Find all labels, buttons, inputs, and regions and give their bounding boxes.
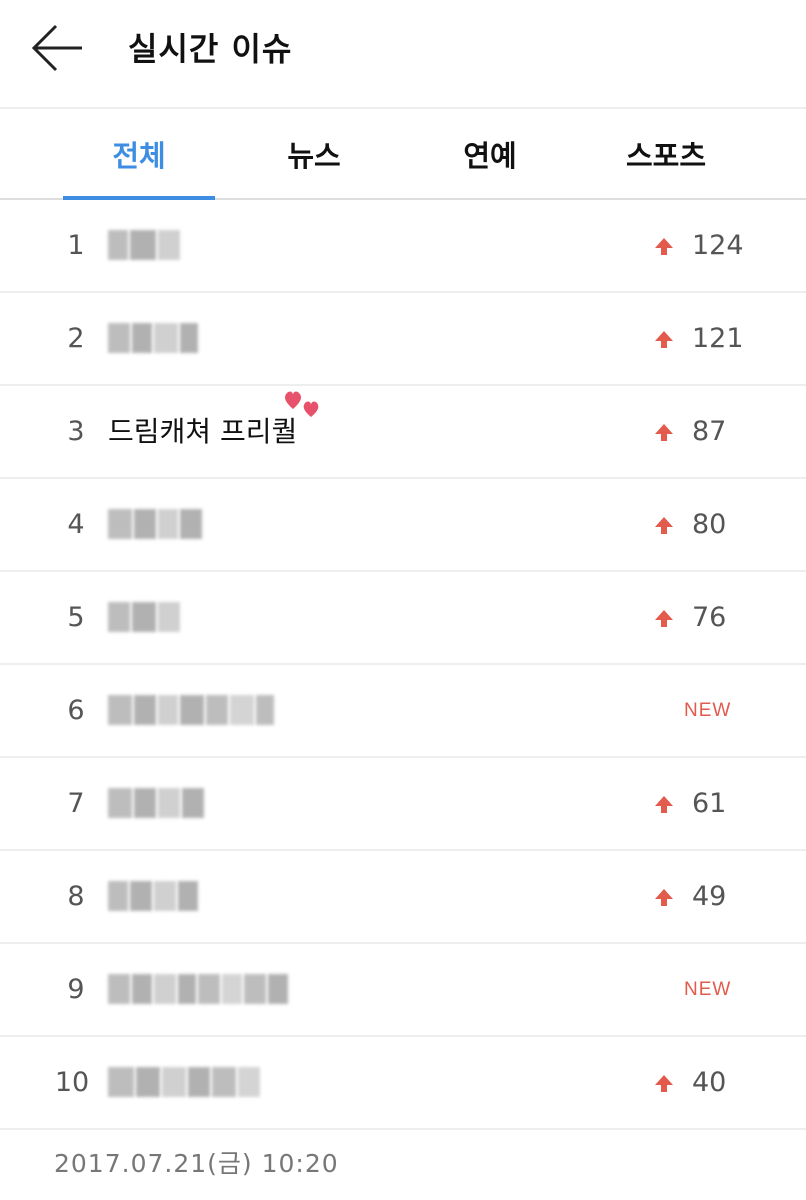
blurred-search-term	[108, 788, 204, 818]
arrow-up-icon	[655, 610, 673, 627]
arrow-up-icon	[655, 424, 673, 441]
rank-number: 6	[67, 695, 85, 726]
list-item[interactable]: 5 76	[0, 572, 806, 665]
arrow-left-icon	[31, 24, 82, 72]
top-bar: 실시간 이슈	[0, 0, 806, 109]
arrow-up-icon	[655, 796, 673, 813]
list-item[interactable]: 8 49	[0, 851, 806, 944]
search-term: 드림캐쳐 프리퀄	[108, 415, 298, 448]
arrow-up-icon	[655, 889, 673, 906]
rank-number: 4	[67, 509, 85, 540]
blurred-search-term	[108, 230, 180, 260]
blurred-search-term	[108, 509, 202, 539]
new-badge: NEW	[684, 700, 732, 721]
rank-change-value: 61	[692, 788, 727, 819]
arrow-up-icon	[655, 1075, 673, 1092]
list-item[interactable]: 6 NEW	[0, 665, 806, 758]
arrow-up-icon	[655, 331, 673, 348]
rank-change-value: 121	[692, 323, 744, 354]
category-tabs: 전체 뉴스 연예 스포츠	[0, 109, 806, 200]
hearts-icon	[285, 391, 319, 417]
blurred-search-term	[108, 1067, 260, 1097]
last-updated-timestamp: 2017.07.21(금) 10:20	[54, 1149, 339, 1178]
rank-number: 9	[67, 974, 85, 1005]
blurred-search-term	[108, 881, 198, 911]
rank-number: 8	[67, 881, 85, 912]
rank-number: 3	[67, 416, 85, 447]
list-item[interactable]: 10 40	[0, 1037, 806, 1130]
tab-sports[interactable]: 스포츠	[590, 109, 742, 198]
blurred-search-term	[108, 974, 288, 1004]
rank-change-value: 49	[692, 881, 727, 912]
list-item[interactable]: 7 61	[0, 758, 806, 851]
list-item[interactable]: 4 80	[0, 479, 806, 572]
rank-number: 10	[54, 1067, 90, 1098]
rank-number: 2	[67, 323, 85, 354]
list-item[interactable]: 1 124	[0, 200, 806, 293]
realtime-issue-list: 1 124 2 121 3 드림캐쳐 프리퀄 87 4 80 5 76 6 NEW 7 61 8 49 9 NEW 1…	[0, 200, 806, 1130]
rank-change-value: 76	[692, 602, 727, 633]
arrow-up-icon	[655, 517, 673, 534]
rank-number: 5	[67, 602, 85, 633]
rank-change-value: 80	[692, 509, 727, 540]
rank-change-value: 87	[692, 416, 727, 447]
rank-change-value: 124	[692, 230, 744, 261]
tab-all[interactable]: 전체	[63, 109, 215, 198]
blurred-search-term	[108, 695, 274, 725]
new-badge: NEW	[684, 979, 732, 1000]
list-item[interactable]: 2 121	[0, 293, 806, 386]
list-item[interactable]: 3 드림캐쳐 프리퀄 87	[0, 386, 806, 479]
arrow-up-icon	[655, 238, 673, 255]
tab-news[interactable]: 뉴스	[238, 109, 390, 198]
blurred-search-term	[108, 602, 180, 632]
list-item[interactable]: 9 NEW	[0, 944, 806, 1037]
rank-change-value: 40	[692, 1067, 727, 1098]
page-title: 실시간 이슈	[128, 30, 293, 68]
tab-entertainment[interactable]: 연예	[414, 109, 566, 198]
back-button[interactable]	[22, 20, 88, 76]
blurred-search-term	[108, 323, 198, 353]
rank-number: 7	[67, 788, 85, 819]
rank-number: 1	[67, 230, 85, 261]
